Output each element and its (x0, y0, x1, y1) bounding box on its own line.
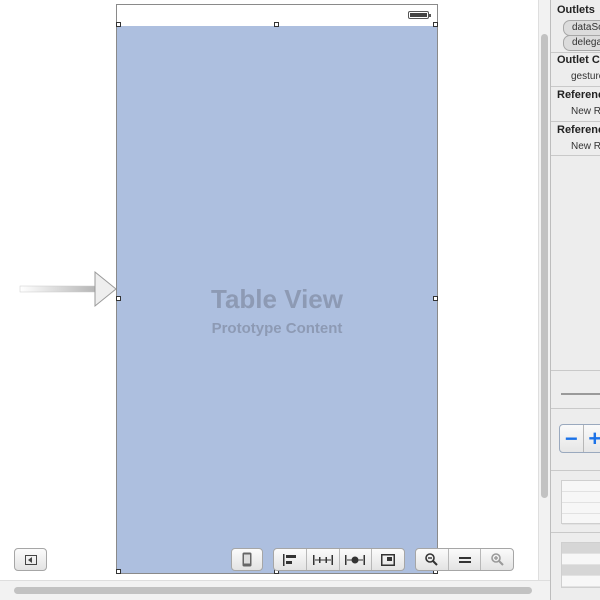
horizontal-scroll-thumb[interactable] (14, 587, 532, 594)
section-divider (551, 155, 600, 156)
resolve-autolayout-icon (345, 554, 366, 565)
zoom-in-icon (490, 553, 504, 566)
resize-handle-right[interactable] (433, 296, 438, 301)
outlet-collections-header: Outlet C (557, 54, 600, 66)
section-divider (551, 121, 600, 122)
storyboard-canvas[interactable]: Table View Prototype Content (0, 0, 538, 600)
table-view-controller-scene[interactable]: Table View Prototype Content (116, 4, 438, 574)
outlets-header: Outlets (557, 4, 595, 16)
canvas-vertical-scrollbar[interactable] (538, 0, 550, 580)
zoom-in-button[interactable] (481, 549, 513, 570)
resizing-icon (381, 553, 396, 566)
sidebar-toggle-icon (15, 549, 46, 570)
autolayout-toolbar (273, 548, 405, 571)
device-form-icon (232, 549, 262, 570)
add-remove-control: − + (559, 424, 600, 453)
initial-view-controller-arrow[interactable] (18, 270, 118, 310)
table-view[interactable]: Table View Prototype Content (117, 26, 437, 573)
splitter[interactable] (561, 393, 600, 395)
resize-handle-top[interactable] (274, 22, 279, 27)
section-divider (551, 52, 600, 53)
outlet-datasource[interactable]: dataSo (563, 20, 600, 36)
device-form-button[interactable] (231, 548, 263, 571)
section-divider (551, 86, 600, 87)
library-list-2[interactable] (561, 542, 600, 588)
referencing-outlets-header: Referenc (557, 89, 600, 101)
new-referencing-outlet-collection[interactable]: New Re (571, 141, 600, 152)
library-list[interactable] (561, 480, 600, 525)
pin-icon (312, 554, 333, 565)
zoom-out-icon (425, 553, 439, 566)
library-divider (551, 470, 600, 471)
pin-button[interactable] (307, 549, 340, 570)
new-referencing-outlet[interactable]: New Re (571, 106, 600, 117)
library-divider (551, 408, 600, 409)
library-divider (551, 370, 600, 371)
outlet-collection-gesture[interactable]: gesture (571, 71, 600, 82)
add-button[interactable]: + (584, 425, 600, 452)
resize-handle-top-right[interactable] (433, 22, 438, 27)
align-button[interactable] (274, 549, 307, 570)
document-outline-toggle-button[interactable] (14, 548, 47, 571)
zoom-actual-size-button[interactable] (449, 549, 482, 570)
resize-handle-bottom-left[interactable] (116, 569, 121, 574)
resizing-button[interactable] (372, 549, 404, 570)
referencing-outlet-collections-header: Referenc (557, 124, 600, 136)
resolve-autolayout-button[interactable] (340, 549, 373, 570)
outlet-delegate[interactable]: delega (563, 35, 600, 51)
zoom-toolbar (415, 548, 514, 571)
align-icon (282, 553, 296, 566)
zoom-out-button[interactable] (416, 549, 449, 570)
vertical-scroll-thumb[interactable] (541, 34, 548, 498)
remove-button[interactable]: − (560, 425, 584, 452)
connections-inspector: Outlets dataSo delega Outlet C gesture R… (550, 0, 600, 600)
zoom-actual-icon (458, 556, 471, 563)
resize-handle-left[interactable] (116, 296, 121, 301)
resize-handle-top-left[interactable] (116, 22, 121, 27)
table-view-title: Table View (211, 284, 343, 314)
battery-icon (408, 11, 431, 19)
table-view-subtitle: Prototype Content (211, 320, 343, 337)
canvas-horizontal-scrollbar[interactable] (0, 580, 550, 600)
library-divider (551, 532, 600, 533)
